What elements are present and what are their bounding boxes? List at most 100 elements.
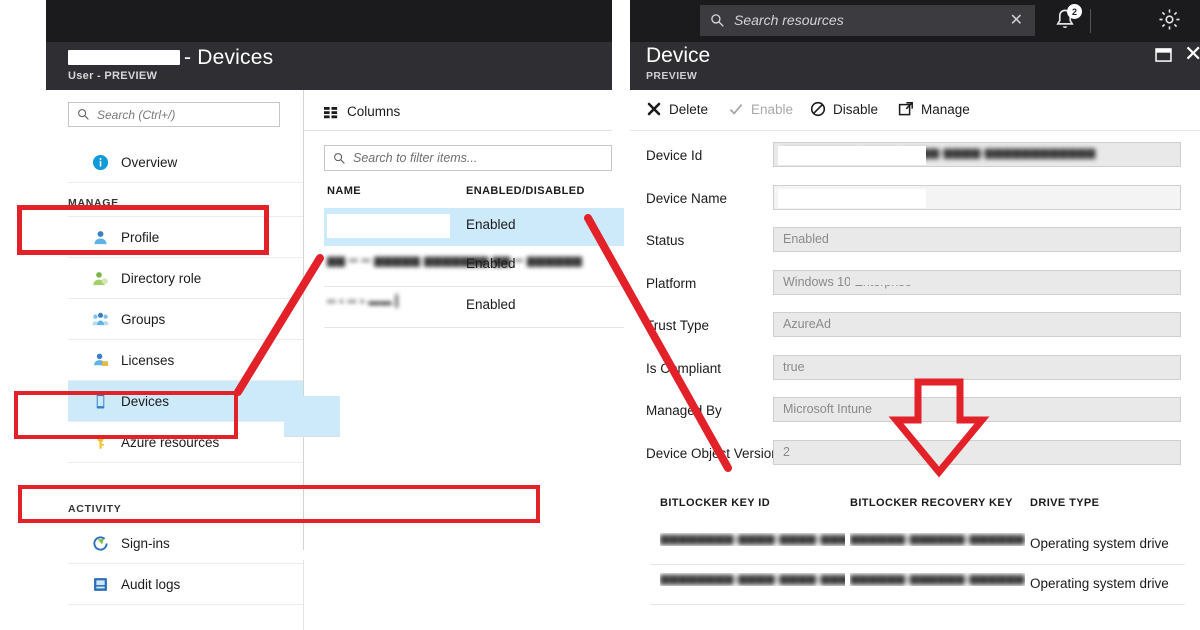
device-id-field[interactable]: ▆▆▆▆▆▆▆▆-▆▆▆▆-▆▆▆▆-▆▆▆▆-▆▆▆▆▆▆▆▆▆▆▆▆ <box>773 142 1181 167</box>
field-value: Enabled <box>783 232 829 246</box>
bitlocker-recovery-key-blurred: ▆▆▆▆▆▆-▆▆▆▆▆▆-▆▆▆▆▆▆-▆▆36… <box>850 533 1025 545</box>
page-title-suffix: - Devices <box>184 46 274 69</box>
directory-role-icon <box>92 270 109 287</box>
page-title: - Devices <box>68 46 273 70</box>
is-compliant-field[interactable]: true <box>773 354 1181 380</box>
column-header-enabled-disabled: ENABLED/DISABLED <box>466 185 585 197</box>
user-devices-blade: - Devices User - PREVIEW Search (Ctrl+/)… <box>46 0 675 630</box>
delete-button[interactable]: Delete <box>646 96 708 122</box>
field-value: true <box>783 359 805 374</box>
field-label: Device Object Version <box>646 445 779 461</box>
status-field[interactable]: Enabled <box>773 227 1181 252</box>
table-row[interactable]: ▆▆▆▆▆▆▆▆-▆▆▆▆-▆▆▆▆-▆▆▆▆-▆▆▆ ▆▆▆▆▆▆-▆▆▆▆▆… <box>650 525 1185 565</box>
audit-log-icon <box>92 576 109 593</box>
bitlocker-table-header: BITLOCKER KEY ID BITLOCKER RECOVERY KEY … <box>650 488 1185 520</box>
field-value: 2 <box>783 444 790 459</box>
columns-grid-icon <box>324 106 339 119</box>
device-list-column: Columns Search to filter items... NAME E… <box>304 90 624 630</box>
device-rows: Enabled ▆▆ ▪▪ ▪▪ ▆▆▆▆▆ ▆▆▆▆▆▆▆ ▆▆ ▪▪ ▆▆▆… <box>324 208 624 328</box>
devices-row-tail-border <box>284 436 340 437</box>
device-detail-blade: Search resources ✕ 2 Device PREVIEW ✕ De… <box>630 0 1200 630</box>
device-blade-title: Device <box>646 44 711 67</box>
sidebar-item-licenses[interactable]: Licenses <box>68 340 304 381</box>
manage-button[interactable]: Manage <box>898 96 970 122</box>
signin-icon <box>92 535 109 552</box>
nav-search-placeholder: Search (Ctrl+/) <box>97 108 176 122</box>
command-label: Enable <box>751 101 794 117</box>
drive-type-value: Operating system drive <box>1030 536 1169 551</box>
bitlocker-key-id-blurred: ▆▆▆▆▆▆▆▆-▆▆▆▆-▆▆▆▆-▆▆▆▆-▆▆▆ <box>660 533 845 545</box>
filter-input[interactable]: Search to filter items... <box>324 145 612 171</box>
bitlocker-header-highlight-box <box>18 485 540 523</box>
field-value: AzureAd <box>783 317 831 331</box>
field-label: Managed By <box>646 403 722 418</box>
column-header-bitlocker-recovery-key: BITLOCKER RECOVERY KEY <box>850 497 1013 509</box>
trust-type-field[interactable]: AzureAd <box>773 312 1181 337</box>
command-bar-divider <box>630 130 1200 131</box>
table-row[interactable]: ▪▪ ▪ ▪▪ ▪ ▬▬ ▎ Enabled <box>324 287 624 328</box>
field-label: Is Compliant <box>646 360 722 376</box>
field-label: Status <box>646 233 685 248</box>
bitlocker-key-id-blurred: ▆▆▆▆▆▆▆▆-▆▆▆▆-▆▆▆▆-▆▆▆▆-▆▆▆ <box>660 573 845 585</box>
device-object-version-field[interactable]: 2 <box>773 439 1181 465</box>
device-table-header: NAME ENABLED/DISABLED <box>324 185 612 207</box>
enable-button[interactable]: Enable <box>728 96 793 122</box>
sidebar-item-directory-role[interactable]: Directory role <box>68 258 304 299</box>
redaction-mask <box>850 273 912 285</box>
platform-field[interactable]: Windows 10 Enterprise <box>773 269 1181 295</box>
sidebar-item-sign-ins[interactable]: Sign-ins <box>68 523 304 564</box>
left-top-strip <box>46 0 612 42</box>
search-icon <box>711 14 724 27</box>
field-is-compliant: Is Compliant true <box>630 351 1200 394</box>
device-name-field[interactable] <box>773 184 1181 210</box>
field-device-name: Device Name <box>630 181 1200 224</box>
columns-button-label: Columns <box>347 103 401 119</box>
restore-window-icon[interactable] <box>1155 48 1172 62</box>
field-label: Device Id <box>646 148 703 163</box>
search-resources-placeholder: Search resources <box>734 12 844 28</box>
drive-type-value: Operating system drive <box>1030 576 1169 591</box>
left-nav-column: Search (Ctrl+/) Overview MANAGE Profile … <box>46 90 304 630</box>
info-icon <box>92 154 109 171</box>
table-row[interactable]: Enabled <box>324 208 624 246</box>
external-link-icon <box>898 101 914 117</box>
gear-icon[interactable] <box>1157 7 1182 32</box>
device-status: Enabled <box>466 217 516 232</box>
field-value: Microsoft Intune <box>783 402 872 416</box>
sidebar-item-label: Sign-ins <box>121 535 170 551</box>
field-status: Status Enabled <box>630 223 1200 266</box>
command-label: Delete <box>669 101 709 117</box>
column-header-name: NAME <box>327 185 361 197</box>
column-header-bitlocker-key-id: BITLOCKER KEY ID <box>660 497 771 509</box>
sidebar-item-groups[interactable]: Groups <box>68 299 304 340</box>
columns-divider <box>304 130 612 131</box>
nav-search-input[interactable]: Search (Ctrl+/) <box>68 102 280 127</box>
field-managed-by: Managed By Microsoft Intune <box>630 393 1200 436</box>
sidebar-item-label: Audit logs <box>121 576 181 592</box>
notification-badge: 2 <box>1067 4 1082 19</box>
search-resources-input[interactable]: Search resources ✕ <box>700 5 1035 36</box>
disable-button[interactable]: Disable <box>810 96 878 122</box>
close-icon[interactable]: ✕ <box>1184 43 1200 65</box>
close-icon[interactable]: ✕ <box>1010 10 1023 30</box>
search-icon <box>334 153 345 164</box>
screenshot-root: - Devices User - PREVIEW Search (Ctrl+/)… <box>0 0 1200 630</box>
sidebar-item-overview[interactable]: Overview <box>68 142 304 183</box>
table-row[interactable]: ▆▆▆▆▆▆▆▆-▆▆▆▆-▆▆▆▆-▆▆▆▆-▆▆▆ ▆▆▆▆▆▆-▆▆▆▆▆… <box>650 565 1185 605</box>
device-properties-form: Device Id ▆▆▆▆▆▆▆▆-▆▆▆▆-▆▆▆▆-▆▆▆▆-▆▆▆▆▆▆… <box>630 138 1200 478</box>
columns-button[interactable]: Columns <box>324 101 400 121</box>
bitlocker-recovery-key-blurred: ▆▆▆▆▆▆-▆▆▆▆▆▆-▆▆▆▆▆▆-▆▆▆▆… <box>850 573 1025 585</box>
sidebar-item-audit-logs[interactable]: Audit logs <box>68 564 304 605</box>
redaction-mask <box>778 146 926 165</box>
command-label: Manage <box>921 101 970 117</box>
table-row[interactable]: ▆▆ ▪▪ ▪▪ ▆▆▆▆▆ ▆▆▆▆▆▆▆ ▆▆ ▪▪ ▆▆▆▆▆▆ Enab… <box>324 246 624 287</box>
sidebar-item-label: Overview <box>121 154 178 170</box>
devices-nav-highlight-box <box>14 391 238 439</box>
device-name-blurred: ▪▪ ▪ ▪▪ ▪ ▬▬ ▎ <box>327 296 405 308</box>
device-blade-subtitle: PREVIEW <box>646 70 698 82</box>
managed-by-field[interactable]: Microsoft Intune <box>773 397 1181 422</box>
blade-subtitle: User - PREVIEW <box>68 70 158 82</box>
top-bar-separator <box>1090 9 1091 33</box>
block-circle-icon <box>810 101 826 117</box>
licenses-icon <box>92 352 109 369</box>
